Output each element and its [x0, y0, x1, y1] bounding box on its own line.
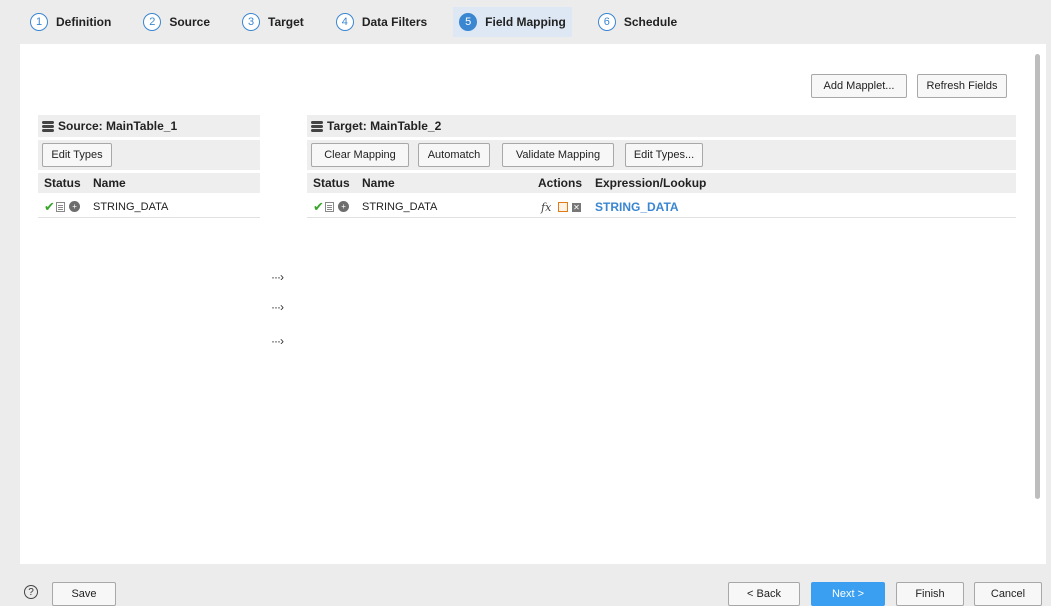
automatch-button[interactable]: Automatch: [418, 143, 490, 167]
field-options-icon[interactable]: +: [69, 201, 80, 212]
database-icon: [42, 120, 54, 132]
target-title: Target: MainTable_2: [327, 119, 442, 133]
valid-check-icon: ✔: [313, 199, 324, 214]
status-column-header: Status: [44, 176, 81, 190]
step-definition[interactable]: 1 Definition: [24, 7, 117, 37]
source-column-header: Status Name: [38, 173, 260, 193]
wizard-steps: 1 Definition 2 Source 3 Target 4 Data Fi…: [0, 0, 1051, 44]
name-column-header: Name: [93, 176, 126, 190]
source-field-name: STRING_DATA: [93, 201, 169, 213]
validate-mapping-button[interactable]: Validate Mapping: [502, 143, 614, 167]
step-target[interactable]: 3 Target: [236, 7, 310, 37]
step-number: 2: [143, 13, 162, 31]
cancel-button[interactable]: Cancel: [974, 582, 1042, 606]
clear-mapping-button[interactable]: Clear Mapping: [311, 143, 409, 167]
map-arrow-icon: ···›: [271, 300, 284, 314]
lookup-edit-icon[interactable]: [558, 202, 568, 212]
target-header: Target: MainTable_2: [307, 115, 1016, 137]
step-source[interactable]: 2 Source: [137, 7, 216, 37]
step-schedule[interactable]: 6 Schedule: [592, 7, 683, 37]
map-arrow-icon: ···›: [271, 270, 284, 284]
step-label: Target: [268, 15, 304, 29]
back-button[interactable]: < Back: [728, 582, 800, 606]
target-column-header: Status Name Actions Expression/Lookup: [307, 173, 1016, 193]
step-number: 3: [242, 13, 261, 31]
save-button[interactable]: Save: [52, 582, 116, 606]
target-toolbar: Clear Mapping Automatch Validate Mapping…: [307, 140, 1016, 170]
source-row[interactable]: ✔ + STRING_DATA: [38, 196, 260, 218]
refresh-fields-button[interactable]: Refresh Fields: [917, 74, 1007, 98]
fx-expression-icon[interactable]: fx: [541, 201, 551, 214]
step-label: Data Filters: [361, 15, 428, 29]
step-number: 4: [335, 13, 354, 31]
target-field-name: STRING_DATA: [362, 201, 438, 213]
step-field-mapping[interactable]: 5 Field Mapping: [453, 7, 572, 37]
step-label: Field Mapping: [485, 15, 566, 29]
step-number: 1: [30, 13, 48, 31]
field-details-icon[interactable]: [56, 202, 65, 212]
step-number: 5: [459, 13, 478, 31]
valid-check-icon: ✔: [44, 199, 55, 214]
next-button[interactable]: Next >: [811, 582, 885, 606]
source-edit-types-button[interactable]: Edit Types: [42, 143, 112, 167]
vertical-scrollbar[interactable]: [1035, 54, 1040, 499]
finish-button[interactable]: Finish: [896, 582, 964, 606]
add-mapplet-button[interactable]: Add Mapplet...: [811, 74, 907, 98]
help-icon[interactable]: ?: [24, 585, 38, 599]
step-label: Source: [169, 15, 211, 29]
step-label: Definition: [56, 15, 112, 29]
step-label: Schedule: [623, 15, 678, 29]
step-data-filters[interactable]: 4 Data Filters: [330, 7, 433, 37]
step-number: 6: [597, 13, 616, 31]
source-toolbar: Edit Types: [38, 140, 260, 170]
field-options-icon[interactable]: +: [338, 201, 349, 212]
source-header: Source: MainTable_1: [38, 115, 260, 137]
target-edit-types-button[interactable]: Edit Types...: [625, 143, 703, 167]
field-mapping-panel: Add Mapplet... Refresh Fields Source: Ma…: [20, 44, 1046, 564]
actions-column-header: Actions: [538, 176, 583, 190]
field-details-icon[interactable]: [325, 202, 334, 212]
expression-link[interactable]: STRING_DATA: [595, 200, 679, 214]
name-column-header: Name: [362, 176, 395, 190]
target-row[interactable]: ✔ + STRING_DATA fx ✕ STRING_DATA: [307, 196, 1016, 218]
expression-column-header: Expression/Lookup: [595, 176, 707, 190]
status-column-header: Status: [313, 176, 350, 190]
map-arrow-icon: ···›: [271, 334, 284, 348]
database-icon: [311, 120, 323, 132]
source-title: Source: MainTable_1: [58, 119, 178, 133]
clear-field-icon[interactable]: ✕: [572, 203, 581, 212]
